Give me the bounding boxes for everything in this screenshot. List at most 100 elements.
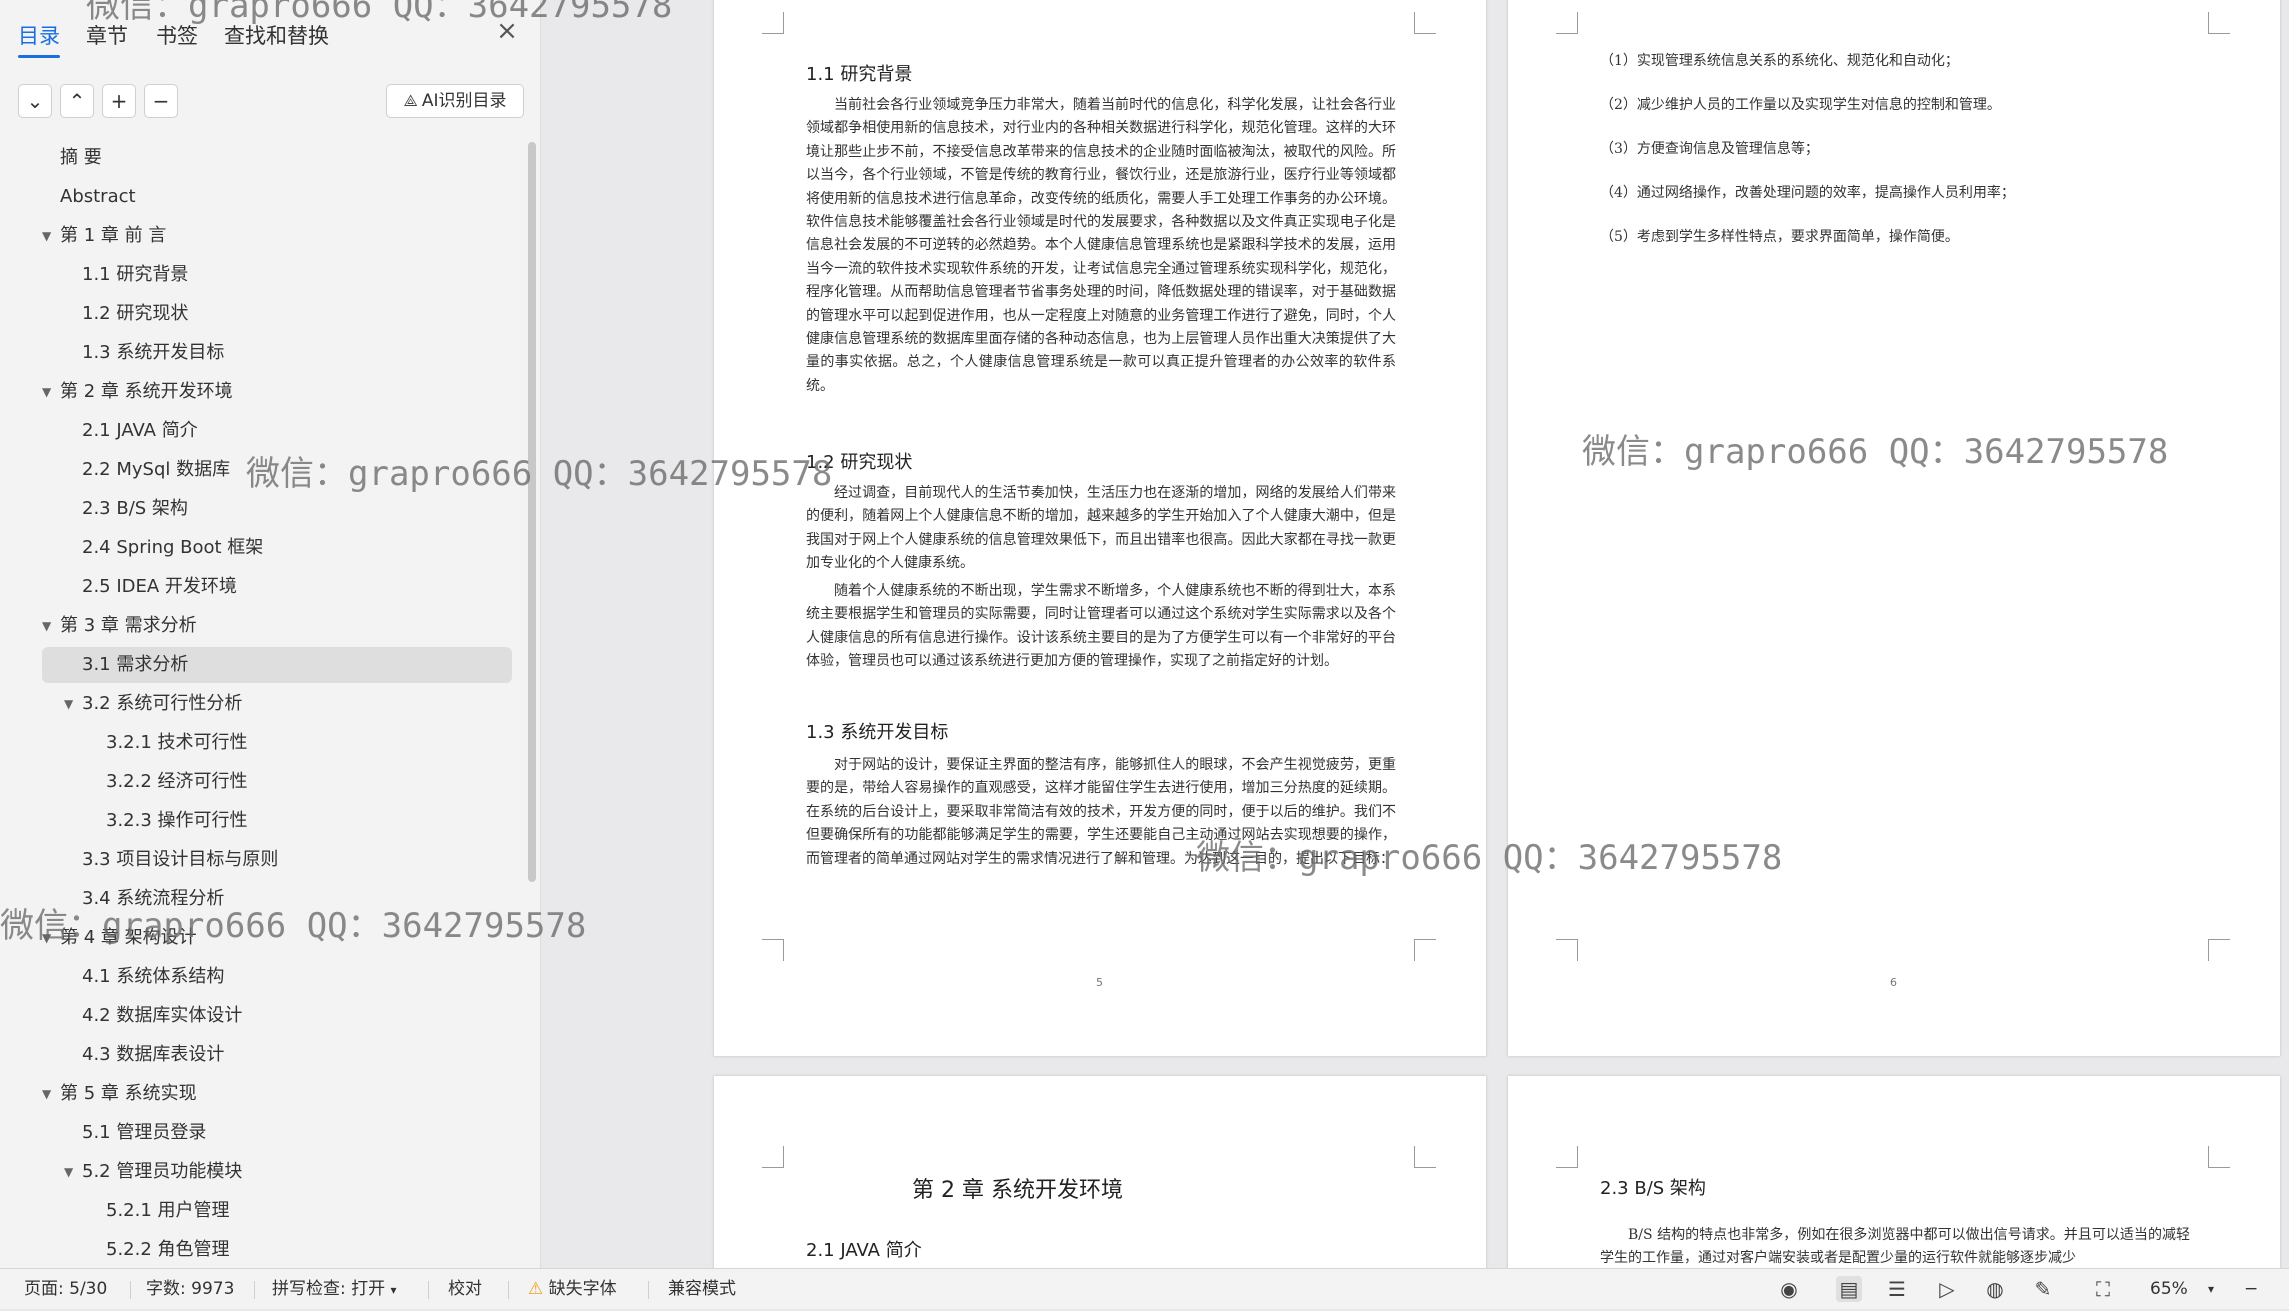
- caret-down-icon[interactable]: ▼: [64, 686, 73, 722]
- toc-item-label: 5.2 管理员功能模块: [82, 1161, 243, 1182]
- toc-item[interactable]: 1.3 系统开发目标: [42, 335, 512, 371]
- requirement-item: （3）方便查询信息及管理信息等；: [1600, 141, 1819, 157]
- page-indicator[interactable]: 页面: 5/30: [24, 1269, 107, 1310]
- toc-item[interactable]: 5.2.2 角色管理: [42, 1232, 512, 1268]
- divider: [648, 1281, 649, 1299]
- toc-scrollbar[interactable]: [528, 142, 536, 882]
- spell-check-toggle[interactable]: 拼写检查: 打开 ▾: [272, 1269, 397, 1310]
- expand-all-button[interactable]: ⌃: [60, 84, 94, 118]
- toc-item-label: 1.2 研究现状: [82, 303, 189, 324]
- requirement-item: （1）实现管理系统信息关系的系统化、规范化和自动化；: [1600, 53, 1959, 69]
- requirement-item: （2）减少维护人员的工作量以及实现学生对信息的控制和管理。: [1600, 97, 2001, 113]
- eye-icon[interactable]: ◉: [1776, 1276, 1802, 1302]
- web-view-icon[interactable]: ◍: [1982, 1276, 2008, 1302]
- toc-item[interactable]: 2.4 Spring Boot 框架: [42, 530, 512, 566]
- add-heading-button[interactable]: +: [102, 84, 136, 118]
- toc-item[interactable]: ▼ 第 1 章 前 言: [42, 218, 512, 254]
- crop-mark: [1556, 1146, 1578, 1168]
- toc-item[interactable]: 3.1 需求分析: [42, 647, 512, 683]
- caret-down-icon[interactable]: ▼: [42, 920, 51, 956]
- toc-item[interactable]: 4.1 系统体系结构: [42, 959, 512, 995]
- outline-view-icon[interactable]: ☰: [1884, 1276, 1910, 1302]
- toc-item[interactable]: Abstract: [42, 179, 512, 215]
- close-icon[interactable]: ×: [494, 18, 520, 44]
- toc-item-label: 3.2.1 技术可行性: [106, 732, 248, 753]
- sidebar-tabs: 目录 章节 书签 查找和替换: [0, 14, 541, 58]
- toc-item-label: 第 5 章 系统实现: [60, 1083, 197, 1104]
- toc-item[interactable]: 3.2.2 经济可行性: [42, 764, 512, 800]
- chevron-down-icon: ⌄: [26, 89, 44, 113]
- caret-down-icon[interactable]: ▼: [42, 1076, 51, 1112]
- crop-mark: [1414, 939, 1436, 961]
- toc-item-label: 2.4 Spring Boot 框架: [82, 537, 264, 558]
- toc-item[interactable]: 3.4 系统流程分析: [42, 881, 512, 917]
- toc-item[interactable]: ▼ 第 2 章 系统开发环境: [42, 374, 512, 410]
- plus-icon: +: [110, 89, 128, 113]
- crop-mark: [762, 1146, 784, 1168]
- toc-item[interactable]: ▼ 第 5 章 系统实现: [42, 1076, 512, 1112]
- toc-item-label: 1.3 系统开发目标: [82, 342, 225, 363]
- play-icon[interactable]: ▷: [1934, 1276, 1960, 1302]
- page-7[interactable]: 第 2 章 系统开发环境 2.1 JAVA 简介: [714, 1076, 1486, 1268]
- divider: [130, 1281, 131, 1299]
- zoom-out-icon[interactable]: −: [2244, 1269, 2258, 1310]
- toc-item[interactable]: 3.3 项目设计目标与原则: [42, 842, 512, 878]
- toc-item[interactable]: 1.2 研究现状: [42, 296, 512, 332]
- toc-item-label: 第 2 章 系统开发环境: [60, 381, 233, 402]
- caret-down-icon[interactable]: ▼: [42, 218, 51, 254]
- page-6[interactable]: （1）实现管理系统信息关系的系统化、规范化和自动化； （2）减少维护人员的工作量…: [1508, 0, 2280, 1056]
- compat-mode-label: 兼容模式: [668, 1279, 736, 1299]
- toc-item-label: 第 4 章 架构设计: [60, 927, 197, 948]
- remove-heading-button[interactable]: −: [144, 84, 178, 118]
- toc-item[interactable]: 5.2.1 用户管理: [42, 1193, 512, 1229]
- toc-item-label: Abstract: [60, 186, 136, 207]
- page-number: 6: [1890, 976, 1897, 989]
- toc-item[interactable]: 2.5 IDEA 开发环境: [42, 569, 512, 605]
- toc-item[interactable]: ▼ 第 3 章 需求分析: [42, 608, 512, 644]
- toc-item[interactable]: 2.2 MySql 数据库: [42, 452, 512, 488]
- document-canvas[interactable]: 1.1 研究背景 当前社会各行业领域竞争压力非常大，随着当前时代的信息化，科学化…: [542, 0, 2289, 1268]
- minus-icon: −: [152, 89, 170, 113]
- proofread-button[interactable]: 校对: [448, 1269, 482, 1310]
- toc-item[interactable]: 摘 要: [42, 140, 512, 176]
- pen-icon[interactable]: ✎: [2030, 1276, 2056, 1302]
- tab-chapters[interactable]: 章节: [86, 20, 128, 50]
- crop-mark: [1556, 12, 1578, 34]
- toc-item-label: 4.3 数据库表设计: [82, 1044, 225, 1065]
- tab-bookmarks[interactable]: 书签: [156, 20, 198, 50]
- heading-2-3: 2.3 B/S 架构: [1600, 1178, 1706, 1199]
- ai-recognize-toc-button[interactable]: ⟁ AI识别目录: [386, 84, 524, 118]
- caret-down-icon[interactable]: ▼: [42, 374, 51, 410]
- page-8[interactable]: 2.3 B/S 架构 B/S 结构的特点也非常多，例如在很多浏览器中都可以做出信…: [1508, 1076, 2280, 1268]
- toc-item[interactable]: 2.3 B/S 架构: [42, 491, 512, 527]
- toc-item[interactable]: 2.1 JAVA 简介: [42, 413, 512, 449]
- caret-down-icon[interactable]: ▼: [64, 1154, 73, 1190]
- paragraph-research-background: 当前社会各行业领域竞争压力非常大，随着当前时代的信息化，科学化发展，让社会各行业…: [806, 97, 1396, 394]
- divider: [508, 1281, 509, 1299]
- collapse-all-button[interactable]: ⌄: [18, 84, 52, 118]
- toc-item[interactable]: 4.2 数据库实体设计: [42, 998, 512, 1034]
- toc-item-label: 5.2.1 用户管理: [106, 1200, 230, 1221]
- toc-item[interactable]: 4.3 数据库表设计: [42, 1037, 512, 1073]
- toc-item[interactable]: ▼ 5.2 管理员功能模块: [42, 1154, 512, 1190]
- toc-item[interactable]: 3.2.3 操作可行性: [42, 803, 512, 839]
- tab-toc[interactable]: 目录: [18, 20, 60, 58]
- missing-font-button[interactable]: ⚠ 缺失字体: [528, 1269, 617, 1310]
- toc-item[interactable]: 1.1 研究背景: [42, 257, 512, 293]
- zoom-level[interactable]: 65%: [2150, 1269, 2188, 1310]
- caret-down-icon[interactable]: ▼: [42, 608, 51, 644]
- toc-item[interactable]: ▼ 第 4 章 架构设计: [42, 920, 512, 956]
- paragraph-research-status-2: 随着个人健康系统的不断出现，学生需求不断增多，个人健康系统也不断的得到壮大，本系…: [806, 583, 1396, 670]
- toc-item[interactable]: 3.2.1 技术可行性: [42, 725, 512, 761]
- toc-item[interactable]: 5.1 管理员登录: [42, 1115, 512, 1151]
- page-view-icon[interactable]: ▤: [1836, 1276, 1862, 1302]
- toc-item-label: 3.1 需求分析: [82, 654, 189, 675]
- toc-item[interactable]: ▼ 3.2 系统可行性分析: [42, 686, 512, 722]
- page-5[interactable]: 1.1 研究背景 当前社会各行业领域竞争压力非常大，随着当前时代的信息化，科学化…: [714, 0, 1486, 1056]
- word-count[interactable]: 字数: 9973: [146, 1269, 234, 1310]
- chevron-down-icon[interactable]: ▾: [2208, 1269, 2214, 1310]
- tab-find-replace[interactable]: 查找和替换: [224, 20, 329, 50]
- chapter-2-title: 第 2 章 系统开发环境: [912, 1178, 1123, 1203]
- fit-page-icon[interactable]: ⛶: [2090, 1276, 2116, 1302]
- ai-icon: ⟁: [403, 91, 418, 110]
